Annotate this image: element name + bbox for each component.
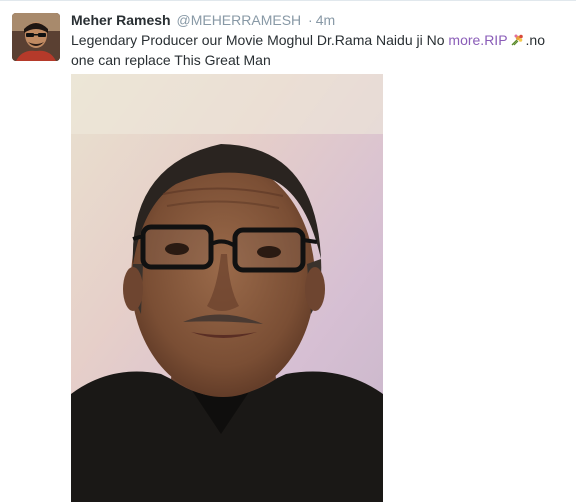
tweet-text-part1: Legendary Producer our Movie Moghul Dr.R… xyxy=(71,32,449,48)
tweet-timestamp[interactable]: 4m xyxy=(316,12,335,28)
profile-photo-icon xyxy=(12,13,60,61)
bouquet-icon xyxy=(510,33,524,51)
meta-separator: · xyxy=(308,12,313,28)
tweet-text: Legendary Producer our Movie Moghul Dr.R… xyxy=(71,31,566,69)
author-username[interactable]: @MEHERRAMESH xyxy=(176,12,301,28)
tweet-card[interactable]: Meher Ramesh @MEHERRAMESH · 4m Legendary … xyxy=(0,0,576,502)
tweet-photo[interactable] xyxy=(71,74,383,502)
portrait-photo xyxy=(71,74,383,502)
author-fullname[interactable]: Meher Ramesh xyxy=(71,12,171,28)
tweet-header: Meher Ramesh @MEHERRAMESH · 4m xyxy=(71,11,335,29)
tweet-link[interactable]: more.RIP xyxy=(448,32,507,48)
author-avatar[interactable] xyxy=(12,13,60,61)
